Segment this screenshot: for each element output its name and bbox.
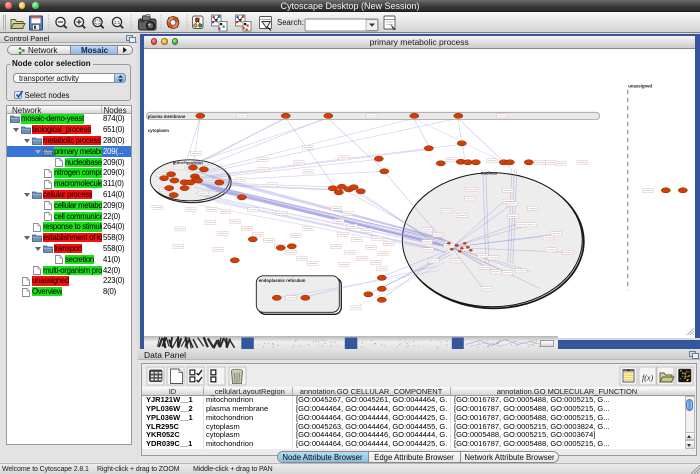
- svg-text:plasma membrane: plasma membrane: [148, 114, 186, 119]
- svg-text:1:1: 1:1: [114, 20, 121, 25]
- svg-text:unassigned: unassigned: [628, 83, 652, 88]
- svg-text:endoplasmic reticulum: endoplasmic reticulum: [259, 277, 306, 282]
- svg-text:Search:: Search:: [277, 18, 304, 27]
- svg-text:nucleus: nucleus: [481, 170, 498, 175]
- svg-text:f(x): f(x): [642, 373, 653, 382]
- svg-text:cytoplasm: cytoplasm: [148, 127, 169, 132]
